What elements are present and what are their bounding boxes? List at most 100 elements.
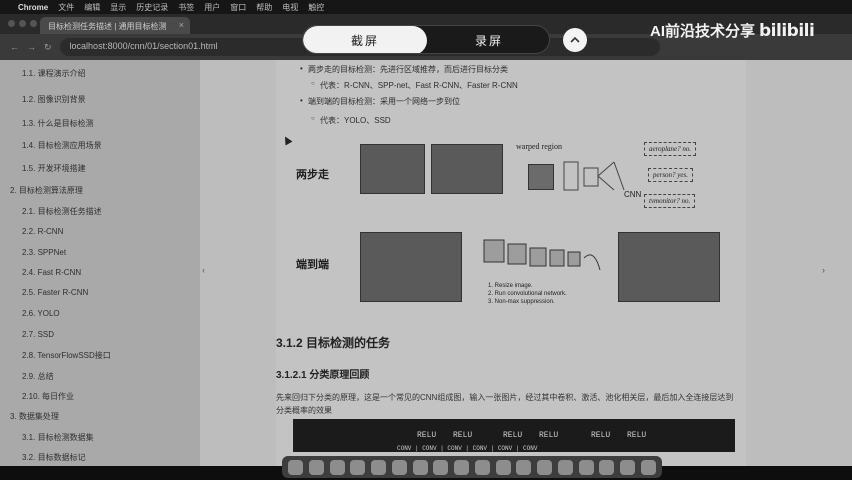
dock-app-icon[interactable] <box>516 459 532 475</box>
dock-app-icon[interactable] <box>308 459 324 475</box>
cnn-label: RELU <box>503 431 523 440</box>
sidebar-item[interactable]: 3.2. 目标数据标记 <box>0 452 200 466</box>
dock-app-icon[interactable] <box>537 459 552 475</box>
cnn-label: RELU <box>417 431 437 440</box>
menu-item[interactable]: 窗口 <box>230 2 246 13</box>
dock-app-icon[interactable] <box>620 459 635 475</box>
sidebar-item[interactable]: 2.6. YOLO <box>0 309 200 329</box>
sidebar-item-label: Faster R-CNN <box>37 288 89 297</box>
record-button[interactable]: 录屏 <box>427 26 549 53</box>
sidebar-item[interactable]: 1.4. 目标检测应用场景 <box>0 140 200 160</box>
cnn-label: RELU <box>453 431 473 440</box>
dock-app-icon[interactable] <box>329 459 345 475</box>
menu-item[interactable]: 显示 <box>110 2 126 13</box>
sidebar-item-label: 目标检测应用场景 <box>37 141 102 150</box>
dock-app-icon[interactable] <box>640 459 656 475</box>
dock-app-icon[interactable] <box>454 459 469 475</box>
sidebar-item-num: 1.5. <box>22 164 36 173</box>
sidebar-item-label: 每日作业 <box>42 392 75 401</box>
forward-icon[interactable]: → <box>27 42 36 52</box>
dock-app-icon[interactable] <box>391 459 407 475</box>
figure-image <box>360 232 462 302</box>
sidebar-item-num: 2.1. <box>22 207 36 216</box>
chevron-up-icon[interactable] <box>563 28 587 52</box>
sidebar-item-label: 课程演示介绍 <box>37 69 86 78</box>
sidebar-item[interactable]: 3.1. 目标检测数据集 <box>0 432 200 452</box>
dock-app-icon[interactable] <box>557 459 573 475</box>
dock-app-icon[interactable] <box>371 459 386 475</box>
dock-app-icon[interactable] <box>412 459 428 475</box>
subsection-heading: 3.1.2.1 分类原理回顾 <box>276 370 370 381</box>
close-window-icon[interactable] <box>8 20 15 27</box>
sidebar-item[interactable]: 1.3. 什么是目标检测 <box>0 118 200 138</box>
dock-app-icon[interactable] <box>599 459 615 475</box>
sidebar-item-num: 2.2. <box>22 227 36 236</box>
dock-app-icon[interactable] <box>288 459 303 475</box>
sidebar-item-num: 2.3. <box>22 248 36 257</box>
screenshot-button[interactable]: 截屏 <box>303 26 427 53</box>
sidebar-item[interactable]: 2.5. Faster R-CNN <box>0 288 200 308</box>
dock-app-icon[interactable] <box>495 459 511 475</box>
back-icon[interactable]: ← <box>10 42 19 52</box>
sidebar-item[interactable]: 1.5. 开发环境搭建 <box>0 163 200 183</box>
minimize-window-icon[interactable] <box>19 20 26 27</box>
scroll-right-icon[interactable]: › <box>822 265 825 275</box>
figure-image <box>431 144 503 194</box>
sidebar-item-label: 数据集处理 <box>18 412 59 421</box>
menu-item[interactable]: 电视 <box>282 2 298 13</box>
menu-item[interactable]: 历史记录 <box>136 2 168 13</box>
sidebar-item-num: 1.2. <box>22 95 36 104</box>
paragraph: 先来回归下分类的原理，这是一个常见的CNN组成图，输入一张图片，经过其中卷积、激… <box>276 393 734 415</box>
figure-step: 2. Run convolutional network. <box>488 291 567 297</box>
figure-note: person? yes. <box>648 168 693 182</box>
figure-note: aeroplane? no. <box>644 142 697 156</box>
sidebar-item[interactable]: 2.1. 目标检测任务描述 <box>0 206 200 226</box>
cnn-label: RELU <box>627 431 647 440</box>
figure-label: 两步走 <box>296 169 329 181</box>
figure-step: 3. Non-max suppression. <box>488 299 555 305</box>
capture-toggle: 截屏 录屏 <box>302 25 550 54</box>
sidebar-item[interactable]: 2.8. TensorFlowSSD接口 <box>0 350 200 370</box>
figure-note: tvmonitor? no. <box>644 194 696 208</box>
sidebar-item[interactable]: 2. 目标检测算法原理 <box>0 185 200 205</box>
menu-item[interactable]: 书签 <box>178 2 194 13</box>
sidebar-item-num: 2.7. <box>22 330 36 339</box>
menu-bar: Chrome 文件 编辑 显示 历史记录 书签 用户 窗口 帮助 电视 触控 <box>0 0 852 14</box>
menu-item[interactable]: 用户 <box>204 2 220 13</box>
dock-app-icon[interactable] <box>578 459 594 475</box>
sidebar-item[interactable]: 2.2. R-CNN <box>0 227 200 247</box>
sidebar-item-num: 2.8. <box>22 351 36 360</box>
sidebar-item[interactable]: 3. 数据集处理 <box>0 411 200 431</box>
cnn-figure: RELU RELU RELU RELU RELU RELU CONV | CON… <box>293 419 735 452</box>
zoom-window-icon[interactable] <box>30 20 37 27</box>
browser-tab[interactable]: 目标检测任务描述 | 通用目标检测 × <box>40 17 190 34</box>
sidebar-item[interactable]: 1.1. 课程演示介绍 <box>0 68 200 88</box>
sidebar-item-label: 总结 <box>37 372 54 381</box>
sidebar-item-num: 3.1. <box>22 433 36 442</box>
scroll-left-icon[interactable]: ‹ <box>202 265 205 275</box>
menu-item[interactable]: 编辑 <box>84 2 100 13</box>
sidebar-item[interactable]: 2.7. SSD <box>0 330 200 350</box>
reload-icon[interactable]: ↻ <box>44 42 52 53</box>
main-content: ‹ › 两步走的目标检测：先进行区域推荐，而后进行目标分类 代表：R-CNN、S… <box>200 60 852 466</box>
sidebar-item[interactable]: 2.3. SPPNet <box>0 248 200 268</box>
sidebar-item-num: 1.4. <box>22 141 36 150</box>
sidebar-item[interactable]: 1.2. 图像识别背景 <box>0 94 200 114</box>
close-tab-icon[interactable]: × <box>179 20 184 30</box>
sidebar-item-label: 图像识别背景 <box>37 95 86 104</box>
dock-app-icon[interactable] <box>474 459 490 475</box>
menu-item[interactable]: 文件 <box>58 2 74 13</box>
sidebar-item-num: 2.10. <box>22 392 40 401</box>
menu-app-name[interactable]: Chrome <box>18 3 48 12</box>
text-line: 端到端的目标检测：采用一个网络一步到位 <box>300 96 460 107</box>
dock-app-icon[interactable] <box>433 459 449 475</box>
sidebar-item-label: R-CNN <box>37 227 64 236</box>
menu-item[interactable]: 触控 <box>308 2 324 13</box>
menu-item[interactable]: 帮助 <box>256 2 272 13</box>
sidebar-item[interactable]: 2.10. 每日作业 <box>0 391 200 411</box>
sidebar-item[interactable]: 2.4. Fast R-CNN <box>0 268 200 288</box>
sidebar-item-label: 目标检测任务描述 <box>37 207 102 216</box>
sidebar-item[interactable]: 2.9. 总结 <box>0 371 200 391</box>
dock-app-icon[interactable] <box>350 459 366 475</box>
sidebar-item-label: 开发环境搭建 <box>37 164 86 173</box>
